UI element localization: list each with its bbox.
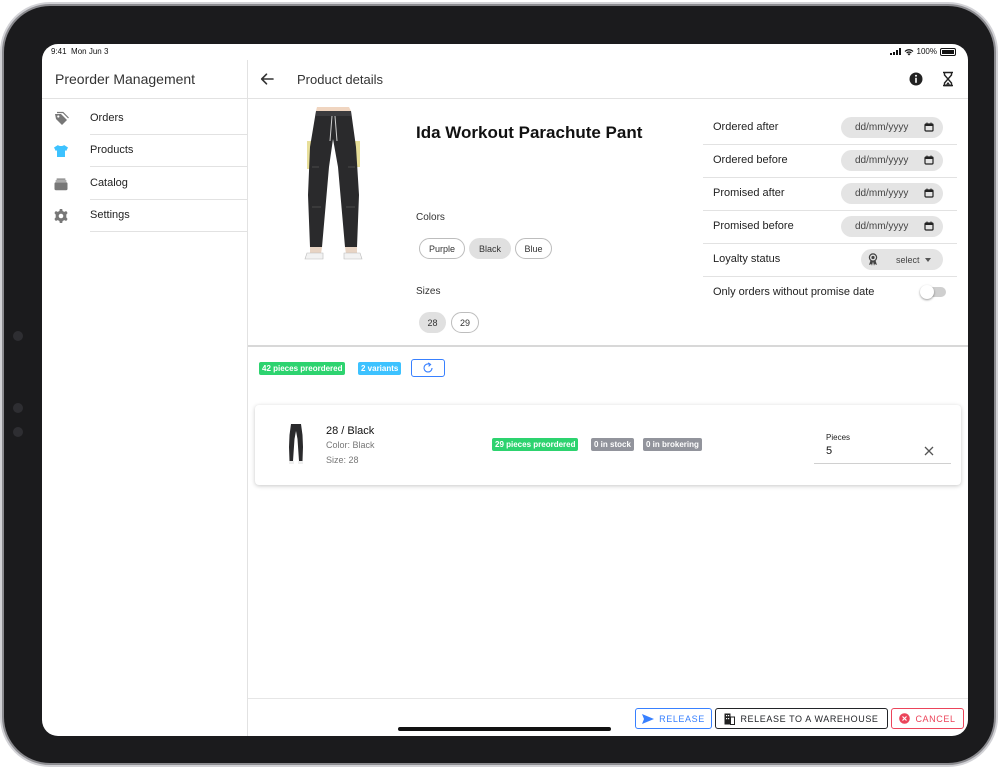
shirt-icon — [54, 145, 68, 157]
wifi-icon — [904, 48, 913, 55]
variant-brokering-badge: 0 in brokering — [643, 438, 702, 451]
sidebar-item-settings[interactable]: Settings — [42, 200, 247, 232]
caret-down-icon — [925, 258, 931, 262]
albums-icon — [54, 178, 68, 191]
footer-divider — [248, 698, 968, 699]
status-time: 9:41 — [51, 47, 67, 56]
pieces-underline — [814, 463, 951, 464]
ipad-frame: 9:41 Mon Jun 3 100% Preorder Management … — [4, 6, 994, 763]
sidebar-item-catalog[interactable]: Catalog — [42, 168, 247, 200]
filter-label: Promised before — [713, 220, 794, 232]
section-divider — [248, 345, 968, 347]
settings-icon — [54, 209, 68, 223]
promised-before-input[interactable]: dd/mm/yyyy — [841, 216, 943, 237]
filter-promised-before: Promised before dd/mm/yyyy — [703, 210, 957, 244]
frame-camera — [13, 331, 23, 341]
filter-label: Ordered after — [713, 121, 779, 133]
page-title: Product details — [297, 72, 383, 87]
no-promise-date-toggle[interactable] — [920, 285, 946, 299]
calendar-icon — [924, 155, 934, 165]
filter-promised-after: Promised after dd/mm/yyyy — [703, 177, 957, 211]
ribbon-icon — [868, 253, 878, 266]
battery-icon — [940, 47, 956, 56]
colors-label: Colors — [416, 212, 445, 223]
variants-badge: 2 variants — [358, 362, 402, 375]
home-indicator[interactable] — [398, 727, 611, 731]
sidebar: Preorder Management Orders Products Cata… — [42, 60, 248, 736]
status-date: Mon Jun 3 — [71, 47, 109, 56]
filter-ordered-after: Ordered after dd/mm/yyyy — [703, 111, 957, 145]
product-name: Ida Workout Parachute Pant — [416, 123, 643, 142]
calendar-icon — [924, 122, 934, 132]
pieces-label: Pieces — [826, 433, 851, 442]
sidebar-item-orders[interactable]: Orders — [42, 103, 247, 135]
filter-label: Ordered before — [713, 154, 788, 166]
close-icon[interactable] — [923, 445, 935, 457]
calendar-icon — [924, 221, 934, 231]
pricetags-icon — [55, 111, 69, 125]
variant-preordered-badge: 29 pieces preordered — [492, 438, 579, 451]
filter-label: Loyalty status — [713, 253, 781, 265]
info-icon[interactable] — [908, 71, 924, 87]
calendar-icon — [924, 188, 934, 198]
variant-thumbnail — [289, 424, 303, 464]
signal-icon — [889, 48, 901, 55]
variant-size: Size: 28 — [326, 455, 359, 465]
preordered-badge: 42 pieces preordered — [259, 362, 346, 375]
variant-card: 28 / Black Color: Black Size: 28 29 piec… — [255, 405, 961, 485]
product-image — [304, 107, 363, 260]
filter-label: Only orders without promise date — [713, 286, 875, 298]
pieces-input[interactable]: 5 — [826, 445, 832, 457]
back-arrow-icon[interactable] — [259, 71, 275, 87]
variant-color: Color: Black — [326, 440, 375, 450]
color-chip-black[interactable]: Black — [469, 238, 511, 259]
variant-title: 28 / Black — [326, 425, 375, 437]
refresh-button[interactable] — [411, 359, 445, 377]
sidebar-item-label: Orders — [90, 112, 124, 124]
business-icon — [724, 713, 736, 725]
filter-loyalty-status: Loyalty status select — [703, 243, 957, 277]
color-chip-blue[interactable]: Blue — [515, 238, 552, 259]
battery-percent: 100% — [916, 47, 937, 56]
variant-stock-badge: 0 in stock — [591, 438, 634, 451]
frame-sensor — [13, 403, 23, 413]
filter-no-promise-date: Only orders without promise date — [703, 276, 957, 309]
sidebar-item-products[interactable]: Products — [42, 135, 247, 167]
color-chip-purple[interactable]: Purple — [419, 238, 465, 259]
sidebar-item-label: Catalog — [90, 177, 128, 189]
cancel-button[interactable]: CANCEL — [891, 708, 964, 729]
divider — [42, 98, 247, 99]
ordered-before-input[interactable]: dd/mm/yyyy — [841, 150, 943, 171]
sidebar-item-label: Products — [90, 144, 134, 156]
size-chip-28[interactable]: 28 — [419, 312, 446, 333]
send-icon — [642, 713, 655, 724]
sizes-label: Sizes — [416, 286, 441, 297]
app-screen: 9:41 Mon Jun 3 100% Preorder Management … — [42, 44, 968, 736]
refresh-icon — [423, 362, 433, 373]
page-header: Product details — [248, 60, 968, 99]
sidebar-item-label: Settings — [90, 209, 130, 221]
status-bar: 9:41 Mon Jun 3 100% — [42, 44, 968, 60]
release-button[interactable]: RELEASE — [635, 708, 712, 729]
release-to-warehouse-button[interactable]: RELEASE TO A WAREHOUSE — [715, 708, 888, 729]
filter-ordered-before: Ordered before dd/mm/yyyy — [703, 144, 957, 178]
hourglass-icon[interactable] — [940, 71, 956, 87]
promised-after-input[interactable]: dd/mm/yyyy — [841, 183, 943, 204]
loyalty-status-select[interactable]: select — [861, 249, 943, 270]
ordered-after-input[interactable]: dd/mm/yyyy — [841, 117, 943, 138]
app-title: Preorder Management — [55, 71, 196, 87]
filter-label: Promised after — [713, 187, 785, 199]
size-chip-29[interactable]: 29 — [451, 312, 479, 333]
loyalty-status-value: select — [896, 255, 920, 265]
main-content: Product details Ida Workout Parachute Pa… — [248, 60, 968, 736]
close-circle-icon — [899, 713, 911, 724]
frame-sensor — [13, 427, 23, 437]
